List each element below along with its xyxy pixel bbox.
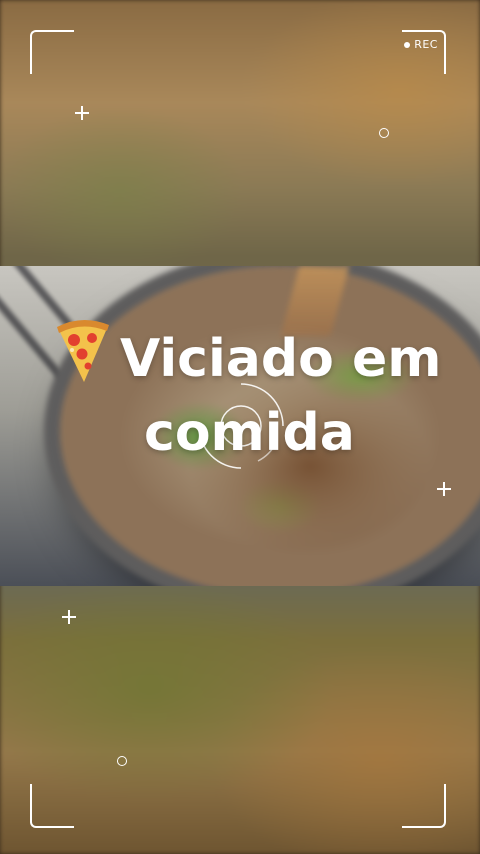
story-frame: REC Viciado em comida bbox=[0, 0, 480, 854]
viewfinder-corner-bottom-right bbox=[402, 784, 446, 828]
ring-icon bbox=[117, 756, 127, 766]
title-line-2: comida bbox=[144, 403, 355, 463]
plus-icon bbox=[437, 482, 451, 496]
story-title: Viciado em comida bbox=[52, 318, 462, 470]
pizza-icon bbox=[57, 319, 109, 382]
viewfinder-corner-top-left bbox=[30, 30, 74, 74]
title-line-1: Viciado em bbox=[120, 329, 442, 389]
viewfinder-corner-bottom-left bbox=[30, 784, 74, 828]
record-dot-icon bbox=[404, 41, 411, 48]
plus-icon bbox=[75, 106, 89, 120]
viewfinder-corner-top-right bbox=[402, 30, 446, 74]
plus-icon bbox=[62, 610, 76, 624]
rec-indicator: REC bbox=[404, 38, 438, 51]
rec-label: REC bbox=[414, 38, 438, 51]
ring-icon bbox=[379, 128, 389, 138]
